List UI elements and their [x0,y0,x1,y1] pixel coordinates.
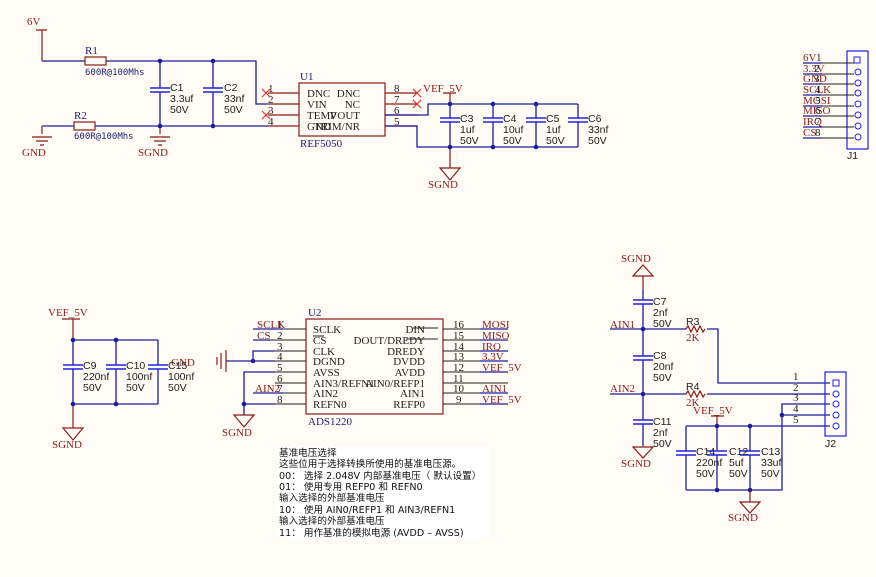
c2-voltage: 50V [224,104,243,116]
decoupling-section: VEF_5V SGND GND C9 220nf 50V C10 100nf 5… [48,307,195,451]
c11-voltage: 50V [653,438,672,450]
capacitor-c7[interactable] [633,299,653,305]
net-label-vef-5v: VEF_5V [693,405,733,417]
net-label-vef-5v: VEF_5V [48,307,88,319]
gnd-label: GND [22,147,46,159]
c12-voltage: 50V [729,468,748,480]
j2-designator: J2 [825,438,836,450]
resistor-r2[interactable] [73,121,96,131]
sgnd-label: SGND [52,439,82,451]
capacitor-c3[interactable] [440,104,460,147]
c14-voltage: 50V [696,468,715,480]
u2-part: ADS1220 [308,416,353,428]
r2-designator: R2 [74,110,87,122]
junction [157,58,163,64]
c15-voltage: 50V [168,382,187,394]
sgnd-symbol [438,147,462,181]
capacitor-c6[interactable] [568,104,588,147]
u1-ref5050[interactable]: U1 REF5050 1 2 3 4 8 7 6 5 DNC VIN TEMP … [261,71,422,150]
pin-name: REFN0 [313,399,347,411]
note-line: 00： 选择 2.048V 内部基准电压（ 默认设置） [279,470,481,482]
r3-value: 2K [686,332,700,344]
gnd-symbol [32,126,52,146]
r3-designator: R3 [686,316,700,328]
note-line: 01： 使用专用 REFP0 和 REFN0 [279,481,423,493]
schematic-canvas: 6V R1 600R@100Mhs R2 600R@100Mhs GND SGN… [22,16,869,540]
c9-voltage: 50V [83,382,102,394]
connector-j1[interactable]: 6V 3.3V GND SCLK MOSI MISO IRQ CS 1 2 3 … [803,50,869,162]
reference-output-section: VEF_5V SGND C3 1uf 50V C4 10uf 50V C5 1u… [385,83,609,191]
capacitor-c1[interactable] [150,61,170,126]
capacitor-c10[interactable] [106,364,126,370]
junction [157,123,163,129]
r2-value: 600R@100Mhs [74,132,134,142]
sgnd-symbol [738,490,762,514]
junction [210,58,216,64]
c4-voltage: 50V [503,135,522,147]
u1-designator: U1 [300,71,313,83]
j2-pin-number: 5 [793,414,799,426]
sgnd-symbol [150,126,170,146]
r1-value: 600R@100Mhs [85,68,145,78]
capacitor-c2[interactable] [203,61,223,126]
sgnd-label: SGND [621,458,651,470]
reference-voltage-note: 基准电压选择 这些位用于选择转换所使用的基准电压源。 00： 选择 2.048V… [276,446,490,540]
sgnd-symbol [631,446,655,459]
power-input-section: 6V R1 600R@100Mhs R2 600R@100Mhs GND SGN… [22,16,268,159]
sgnd-label: SGND [222,427,252,439]
pin-number: 9 [456,394,462,406]
pin-name: REFP0 [393,399,425,411]
resistor-r1[interactable] [84,56,107,66]
r4-designator: R4 [686,381,700,393]
c5-voltage: 50V [546,135,565,147]
power-port-6v [36,29,47,61]
capacitor-c11[interactable] [633,419,653,425]
sgnd-symbol [61,404,85,441]
c8-voltage: 50V [653,372,672,384]
c6-voltage: 50V [588,135,607,147]
junction [210,123,216,129]
capacitor-c8[interactable] [633,355,653,361]
c7-voltage: 50V [653,318,672,330]
net-label-vef-5v: VEF_5V [423,83,463,95]
r1-designator: R1 [85,45,98,57]
net-label-6v: 6V [27,16,41,28]
pin-name: TRIM/NR [314,121,361,133]
u1-part: REF5050 [300,138,343,150]
net-label: CS [257,330,270,342]
capacitor-c15[interactable] [148,364,168,370]
c13-voltage: 50V [761,468,780,480]
j1-designator: J1 [847,150,858,162]
capacitor-c14[interactable] [676,450,696,456]
sgnd-label: SGND [621,253,651,265]
note-line: 输入选择的外部基准电压 [279,515,385,527]
c1-voltage: 50V [170,104,189,116]
c10-voltage: 50V [126,382,145,394]
note-line: 这些位用于选择转换所使用的基准电压源。 [279,458,461,470]
pin-number: 8 [277,394,283,406]
pin-square [853,56,861,64]
note-line: 11： 用作基准的模拟电源 (AVDD – AVSS) [279,527,464,539]
capacitor-c5[interactable] [526,104,546,147]
sgnd-symbol [232,414,256,428]
sgnd-label: SGND [138,147,168,159]
j1-pin-number: 8 [815,127,821,139]
c3-voltage: 50V [460,135,479,147]
power-port-vef [62,318,80,340]
note-line: 10： 使用 AIN0/REFP1 和 AIN3/REFN1 [279,504,455,516]
sgnd-label: SGND [428,179,458,191]
sgnd-label: SGND [728,512,758,524]
net-label: VEF_5V [482,394,522,406]
note-line: 输入选择的外部基准电压 [279,492,385,504]
capacitor-c4[interactable] [483,104,503,147]
note-line: 基准电压选择 [279,447,337,459]
ground-symbol [216,350,227,372]
sgnd-symbol [631,264,655,290]
capacitor-c9[interactable] [63,364,83,370]
u2-designator: U2 [308,307,321,319]
u2-ads1220[interactable]: U2 ADS1220 SGND SCLK CS AIN2 1 2 3 4 5 6… [216,307,522,439]
net-label: VEF_5V [482,362,522,374]
net-label-ain2: AIN2 [610,383,635,395]
